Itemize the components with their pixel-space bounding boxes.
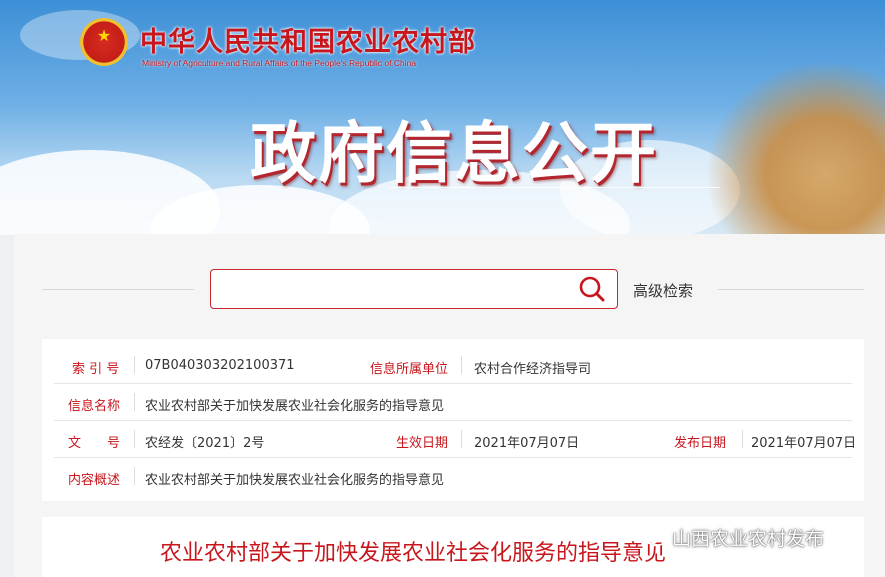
column-divider bbox=[134, 467, 135, 485]
name-value: 农业农村部关于加快发展农业社会化服务的指导意见 bbox=[145, 399, 445, 414]
advanced-search-link[interactable]: 高级检索 bbox=[633, 280, 693, 301]
summary-value: 农业农村部关于加快发展农业社会化服务的指导意见 bbox=[145, 473, 445, 488]
search-icon bbox=[579, 276, 605, 302]
effective-date-value: 2021年07月07日 bbox=[474, 436, 580, 451]
wechat-icon bbox=[642, 529, 666, 546]
doc-number-value: 农经发〔2021〕2号 bbox=[145, 436, 265, 451]
column-divider bbox=[134, 430, 135, 448]
name-label: 信息名称 bbox=[68, 399, 121, 414]
wheat-decoration bbox=[705, 60, 885, 235]
article-title: 农业农村部关于加快发展农业社会化服务的指导意见 bbox=[160, 541, 667, 566]
title-divider bbox=[390, 187, 720, 188]
ministry-name-cn[interactable]: 中华人民共和国农业农村部 bbox=[140, 20, 476, 59]
index-value: 07B040303202100371 bbox=[145, 358, 295, 373]
search-bar bbox=[210, 269, 618, 309]
publish-date-value: 2021年07月07日 bbox=[751, 436, 857, 451]
column-divider bbox=[134, 393, 135, 411]
page-title: 政府信息公开 bbox=[250, 114, 658, 192]
column-divider bbox=[134, 356, 135, 374]
search-button[interactable] bbox=[575, 274, 609, 304]
header-banner: ★ 中华人民共和国农业农村部 Ministry of Agriculture a… bbox=[0, 0, 885, 235]
table-row: 索 引 号 07B040303202100371 信息所属单位 农村合作经济指导… bbox=[42, 347, 864, 384]
table-row: 信息名称 农业农村部关于加快发展农业社会化服务的指导意见 bbox=[42, 384, 864, 421]
table-row: 文 号 农经发〔2021〕2号 生效日期 2021年07月07日 发布日期 20… bbox=[42, 421, 864, 458]
publish-date-label: 发布日期 bbox=[674, 436, 727, 451]
doc-number-label: 文 号 bbox=[68, 436, 121, 451]
column-divider bbox=[461, 430, 462, 448]
column-divider bbox=[461, 356, 462, 374]
owner-value: 农村合作经济指导司 bbox=[474, 362, 592, 377]
table-row: 内容概述 农业农村部关于加快发展农业社会化服务的指导意见 bbox=[42, 458, 864, 495]
effective-date-label: 生效日期 bbox=[396, 436, 449, 451]
search-input[interactable] bbox=[221, 274, 565, 306]
watermark-text: 山西农业农村发布 bbox=[672, 528, 825, 550]
ministry-name-en: Ministry of Agriculture and Rural Affair… bbox=[142, 58, 417, 68]
column-divider bbox=[742, 430, 743, 448]
search-divider-left bbox=[42, 289, 194, 290]
index-label: 索 引 号 bbox=[72, 362, 120, 377]
search-divider-right bbox=[718, 289, 864, 290]
info-table: 索 引 号 07B040303202100371 信息所属单位 农村合作经济指导… bbox=[42, 339, 864, 501]
summary-label: 内容概述 bbox=[68, 473, 121, 488]
owner-label: 信息所属单位 bbox=[370, 362, 449, 377]
national-emblem-icon: ★ bbox=[80, 18, 128, 66]
